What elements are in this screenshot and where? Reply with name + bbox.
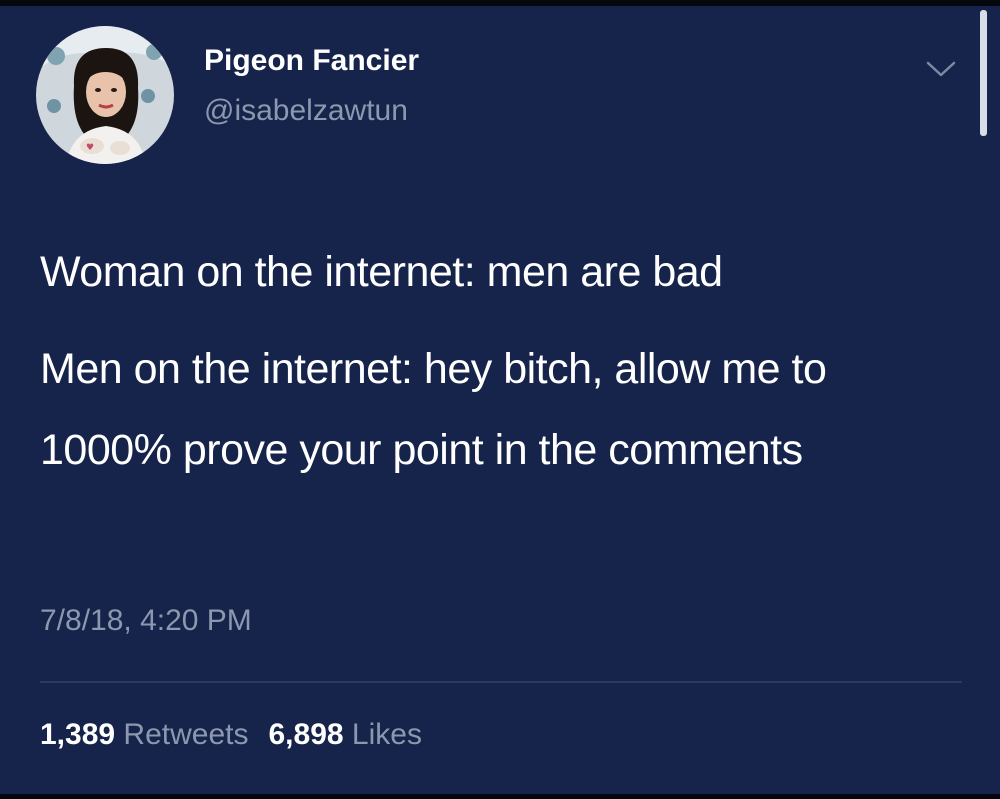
tweet-card: ♥ Pigeon Fancier @isabelzawtun Woman on …	[0, 0, 1000, 799]
tweet-text-line: Men on the internet: hey bitch, allow me…	[40, 345, 827, 474]
timestamp[interactable]: 7/8/18, 4:20 PM	[40, 604, 252, 638]
display-name[interactable]: Pigeon Fancier	[204, 44, 419, 78]
scrollbar[interactable]	[980, 10, 987, 136]
likes-stat[interactable]: 6,898 Likes	[268, 718, 421, 751]
tweet-stats: 1,389 Retweets 6,898 Likes	[40, 718, 422, 752]
tweet-text-line: Woman on the internet: men are bad	[40, 248, 723, 296]
retweets-count: 1,389	[40, 718, 116, 751]
retweets-label: Retweets	[123, 718, 249, 751]
tweet-text: Woman on the internet: men are bad Men o…	[40, 232, 940, 491]
likes-label: Likes	[351, 718, 422, 751]
profile-photo-icon: ♥	[36, 26, 174, 164]
svg-text:♥: ♥	[86, 143, 94, 153]
retweets-stat[interactable]: 1,389 Retweets	[40, 718, 248, 751]
avatar[interactable]: ♥	[36, 26, 174, 164]
likes-count: 6,898	[268, 718, 344, 751]
user-handle[interactable]: @isabelzawtun	[204, 94, 408, 128]
chevron-down-icon[interactable]	[924, 58, 958, 80]
divider	[40, 681, 962, 683]
